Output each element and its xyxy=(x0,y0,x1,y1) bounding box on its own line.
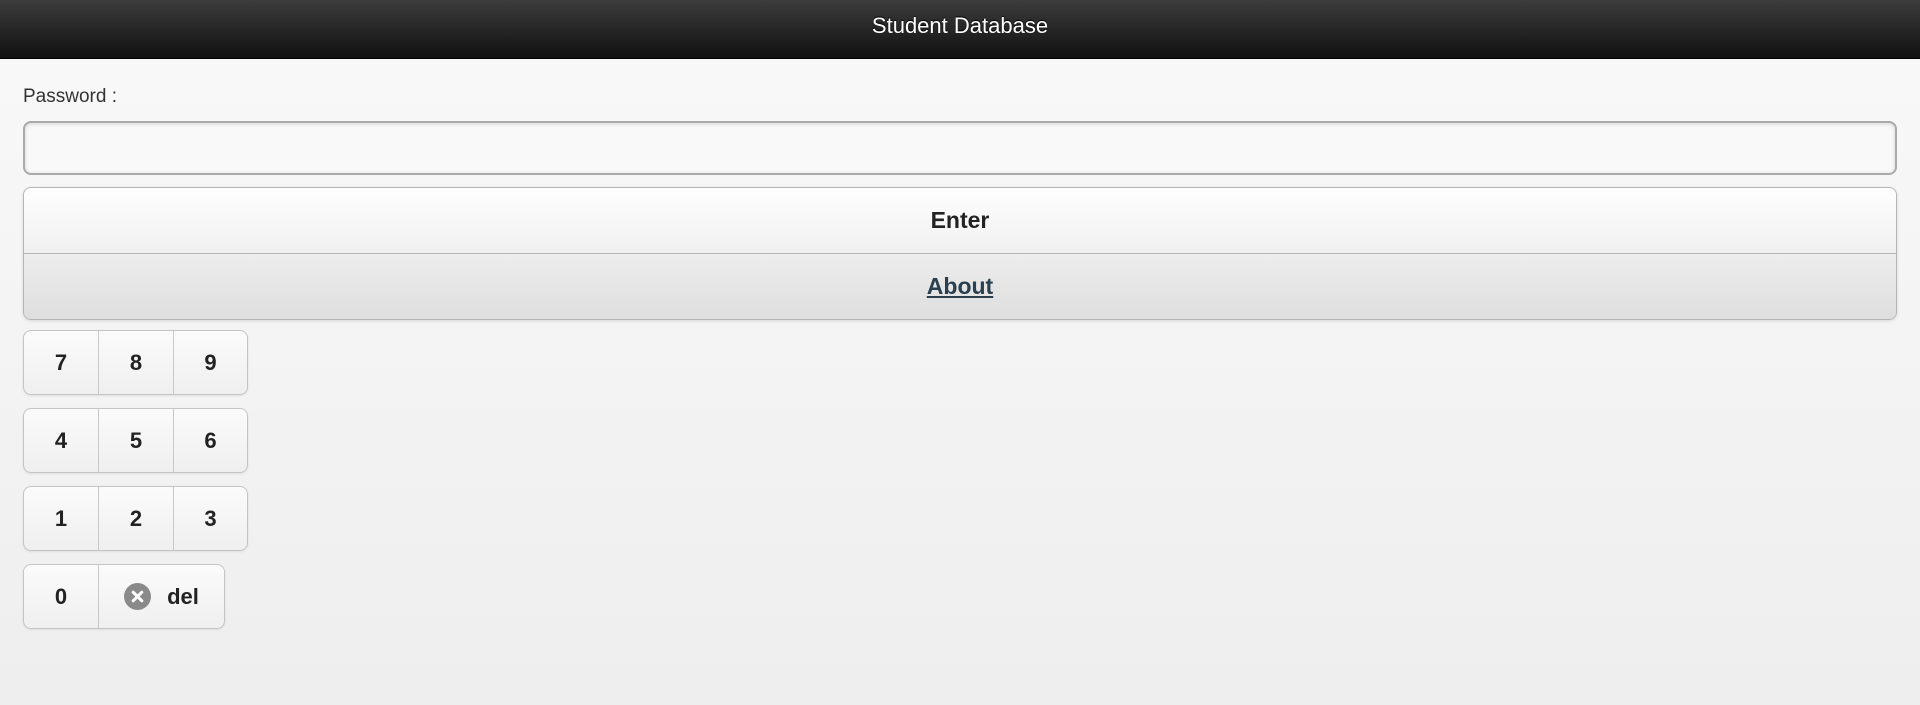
key-5[interactable]: 5 xyxy=(99,409,174,472)
key-1[interactable]: 1 xyxy=(24,487,99,550)
keypad-row: 7 8 9 xyxy=(23,330,248,395)
delete-button[interactable]: del xyxy=(99,565,224,628)
password-input[interactable] xyxy=(23,121,1897,175)
password-label: Password : xyxy=(23,86,117,107)
delete-label: del xyxy=(167,583,199,609)
key-6[interactable]: 6 xyxy=(174,409,247,472)
enter-button[interactable]: Enter xyxy=(24,188,1896,254)
action-button-group: Enter About xyxy=(23,187,1897,320)
key-8[interactable]: 8 xyxy=(99,331,174,394)
key-7[interactable]: 7 xyxy=(24,331,99,394)
keypad-row: 4 5 6 xyxy=(23,408,248,473)
keypad-row: 1 2 3 xyxy=(23,486,248,551)
key-0[interactable]: 0 xyxy=(24,565,99,628)
key-2[interactable]: 2 xyxy=(99,487,174,550)
key-3[interactable]: 3 xyxy=(174,487,247,550)
numeric-keypad: 7 8 9 4 5 6 1 2 3 0 del xyxy=(23,330,1897,629)
app-header: Student Database xyxy=(0,0,1920,59)
main-content: Password : Enter About 7 8 9 4 5 6 1 2 3… xyxy=(0,86,1920,629)
close-circle-icon xyxy=(124,583,152,610)
key-9[interactable]: 9 xyxy=(174,331,247,394)
page-title: Student Database xyxy=(871,13,1049,38)
key-4[interactable]: 4 xyxy=(24,409,99,472)
keypad-row: 0 del xyxy=(23,564,225,629)
about-link-button[interactable]: About xyxy=(24,254,1896,319)
